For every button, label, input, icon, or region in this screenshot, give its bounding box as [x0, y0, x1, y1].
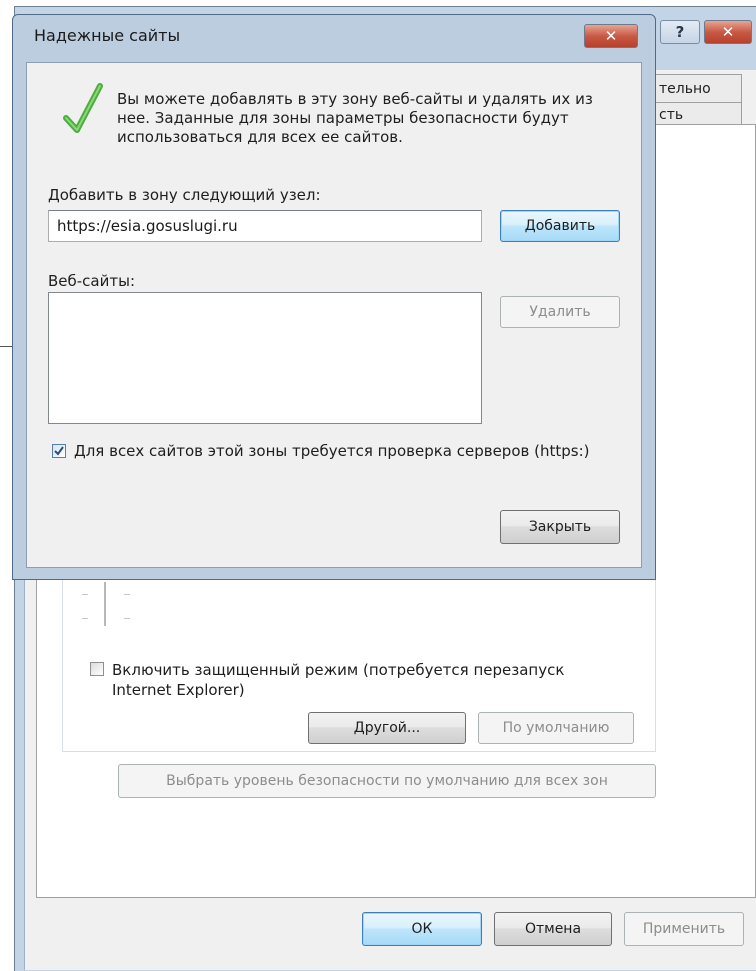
- bg-close-button[interactable]: ✕: [704, 20, 752, 44]
- tab-advanced[interactable]: тельно: [650, 74, 742, 102]
- dialog-description: Вы можете добавлять в эту зону веб-сайты…: [117, 90, 593, 146]
- close-icon: ✕: [721, 23, 735, 41]
- close-icon: ✕: [604, 27, 618, 45]
- websites-label: Веб-сайты:: [48, 272, 136, 290]
- require-https-label: Для всех сайтов этой зоны требуется пров…: [74, 442, 590, 460]
- reset-all-zones-button[interactable]: Выбрать уровень безопасности по умолчани…: [118, 764, 656, 798]
- cancel-button[interactable]: Отмена: [494, 912, 612, 946]
- help-button[interactable]: ?: [660, 20, 700, 44]
- protected-mode-checkbox[interactable]: [90, 662, 104, 676]
- default-level-button[interactable]: По умолчанию: [478, 712, 634, 744]
- protected-mode-label: Включить защищенный режим (потребуется п…: [112, 661, 565, 699]
- add-site-label: Добавить в зону следующий узел:: [48, 186, 321, 204]
- close-button[interactable]: Закрыть: [500, 510, 620, 544]
- help-icon: ?: [675, 23, 685, 41]
- remove-button[interactable]: Удалить: [500, 296, 620, 328]
- require-https-checkbox[interactable]: [52, 444, 66, 458]
- dialog-title: Надежные сайты: [34, 26, 181, 45]
- tab-privacy[interactable]: сть: [650, 102, 742, 126]
- apply-button[interactable]: Применить: [624, 912, 744, 946]
- add-site-input[interactable]: https://esia.gosuslugi.ru: [48, 210, 482, 242]
- tab-privacy-label: сть: [659, 107, 684, 123]
- check-icon: [63, 83, 103, 133]
- dialog-close-button[interactable]: ✕: [584, 24, 638, 48]
- checkbox-icon: [54, 446, 64, 456]
- websites-list[interactable]: [48, 292, 482, 424]
- ok-button[interactable]: ОК: [362, 912, 482, 946]
- add-button[interactable]: Добавить: [500, 210, 620, 242]
- tab-advanced-label: тельно: [659, 81, 711, 97]
- custom-level-button[interactable]: Другой...: [308, 712, 466, 744]
